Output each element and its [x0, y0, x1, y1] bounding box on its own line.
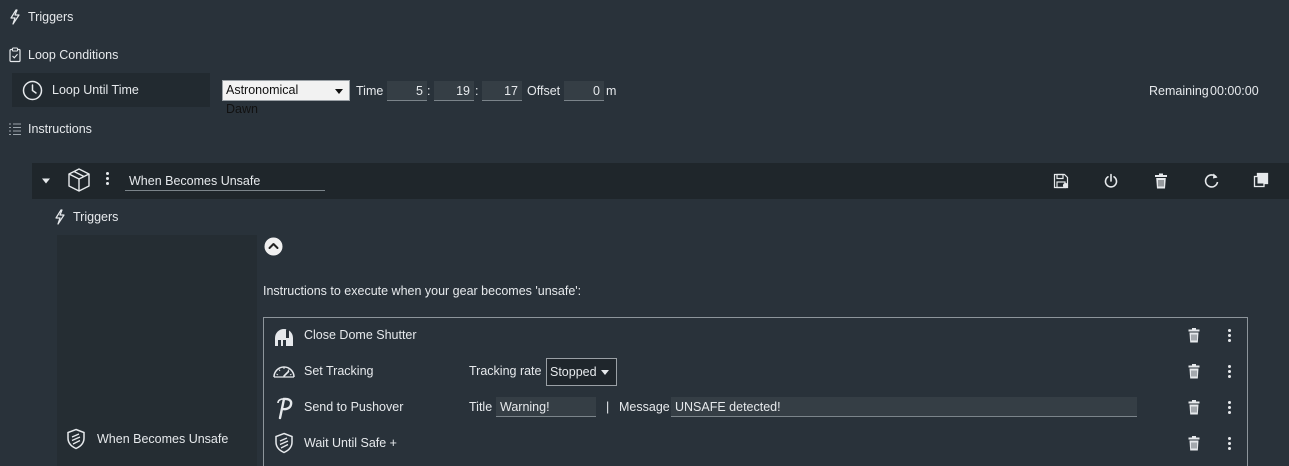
trash-icon[interactable] — [1154, 173, 1168, 189]
collapse-up-icon[interactable] — [264, 237, 283, 256]
field-divider: | — [606, 400, 610, 414]
pushover-message-label: Message — [619, 400, 670, 414]
shield-icon — [66, 428, 86, 450]
lightning-icon — [53, 209, 67, 225]
more-options-icon[interactable] — [1228, 363, 1231, 380]
more-options-icon[interactable] — [1228, 327, 1231, 344]
container-drag-handle-icon[interactable] — [106, 170, 109, 187]
cube-icon — [66, 167, 92, 193]
tracking-rate-label: Tracking rate — [469, 364, 542, 378]
triggers-header[interactable]: Triggers — [8, 8, 73, 26]
loop-conditions-header[interactable]: Loop Conditions — [8, 46, 118, 64]
container-triggers-header[interactable]: Triggers — [53, 208, 118, 226]
speedometer-icon — [272, 362, 296, 380]
copy-icon[interactable] — [1253, 172, 1269, 188]
hours-field[interactable]: 5 — [387, 81, 427, 101]
pushover-message-input[interactable]: UNSAFE detected! — [671, 397, 1137, 417]
chevron-down-icon — [335, 89, 343, 94]
loop-conditions-label: Loop Conditions — [28, 48, 119, 62]
instruction-name: Set Tracking — [304, 364, 374, 378]
loop-condition-name: Loop Until Time — [52, 83, 139, 97]
pushover-title-label: Title — [469, 400, 493, 414]
container-name-value: When Becomes Unsafe — [129, 174, 261, 188]
clock-icon — [22, 80, 43, 101]
offset-unit: m — [606, 84, 617, 98]
reset-icon[interactable] — [1203, 172, 1220, 189]
dome-icon — [273, 325, 295, 347]
more-options-icon[interactable] — [1228, 399, 1231, 416]
triggers-label: Triggers — [28, 10, 74, 24]
seconds-field[interactable]: 17 — [482, 81, 522, 101]
list-icon — [8, 122, 22, 136]
clipboard-icon — [8, 47, 22, 63]
pushover-icon — [274, 396, 294, 420]
loop-mode-value: Astronomical Dawn — [226, 83, 299, 116]
tracking-rate-select[interactable]: Stopped — [546, 358, 617, 386]
remaining-value: 00:00:00 — [1210, 84, 1259, 98]
tracking-rate-value: Stopped — [550, 365, 597, 379]
pushover-title-input[interactable]: Warning! — [496, 397, 596, 417]
time-separator: : — [475, 84, 479, 98]
time-separator: : — [427, 84, 431, 98]
power-icon[interactable] — [1103, 173, 1119, 189]
trash-icon[interactable] — [1188, 364, 1200, 379]
instruction-name: Close Dome Shutter — [304, 328, 417, 342]
shield-icon — [274, 432, 294, 454]
trash-icon[interactable] — [1188, 400, 1200, 415]
chevron-down-icon — [601, 370, 609, 375]
loop-mode-select[interactable]: Astronomical Dawn — [222, 80, 350, 116]
more-options-icon[interactable] — [1228, 435, 1231, 452]
trigger-name: When Becomes Unsafe — [97, 432, 229, 446]
instructions-header[interactable]: Instructions — [8, 120, 92, 138]
trigger-description: Instructions to execute when your gear b… — [263, 284, 582, 298]
offset-field[interactable]: 0 — [564, 81, 604, 101]
minutes-field[interactable]: 19 — [434, 81, 474, 101]
instructions-label: Instructions — [28, 122, 92, 136]
instruction-name: Send to Pushover — [304, 400, 404, 414]
save-icon[interactable] — [1053, 173, 1069, 189]
container-triggers-label: Triggers — [73, 210, 119, 224]
collapse-triangle-icon[interactable] — [40, 175, 52, 187]
trash-icon[interactable] — [1188, 436, 1200, 451]
remaining-label: Remaining — [1149, 84, 1209, 98]
lightning-icon — [8, 9, 22, 25]
container-name-input[interactable]: When Becomes Unsafe — [125, 172, 325, 191]
trash-icon[interactable] — [1188, 328, 1200, 343]
time-label: Time — [356, 84, 384, 98]
instruction-name: Wait Until Safe + — [304, 436, 397, 450]
offset-label: Offset — [527, 84, 561, 98]
